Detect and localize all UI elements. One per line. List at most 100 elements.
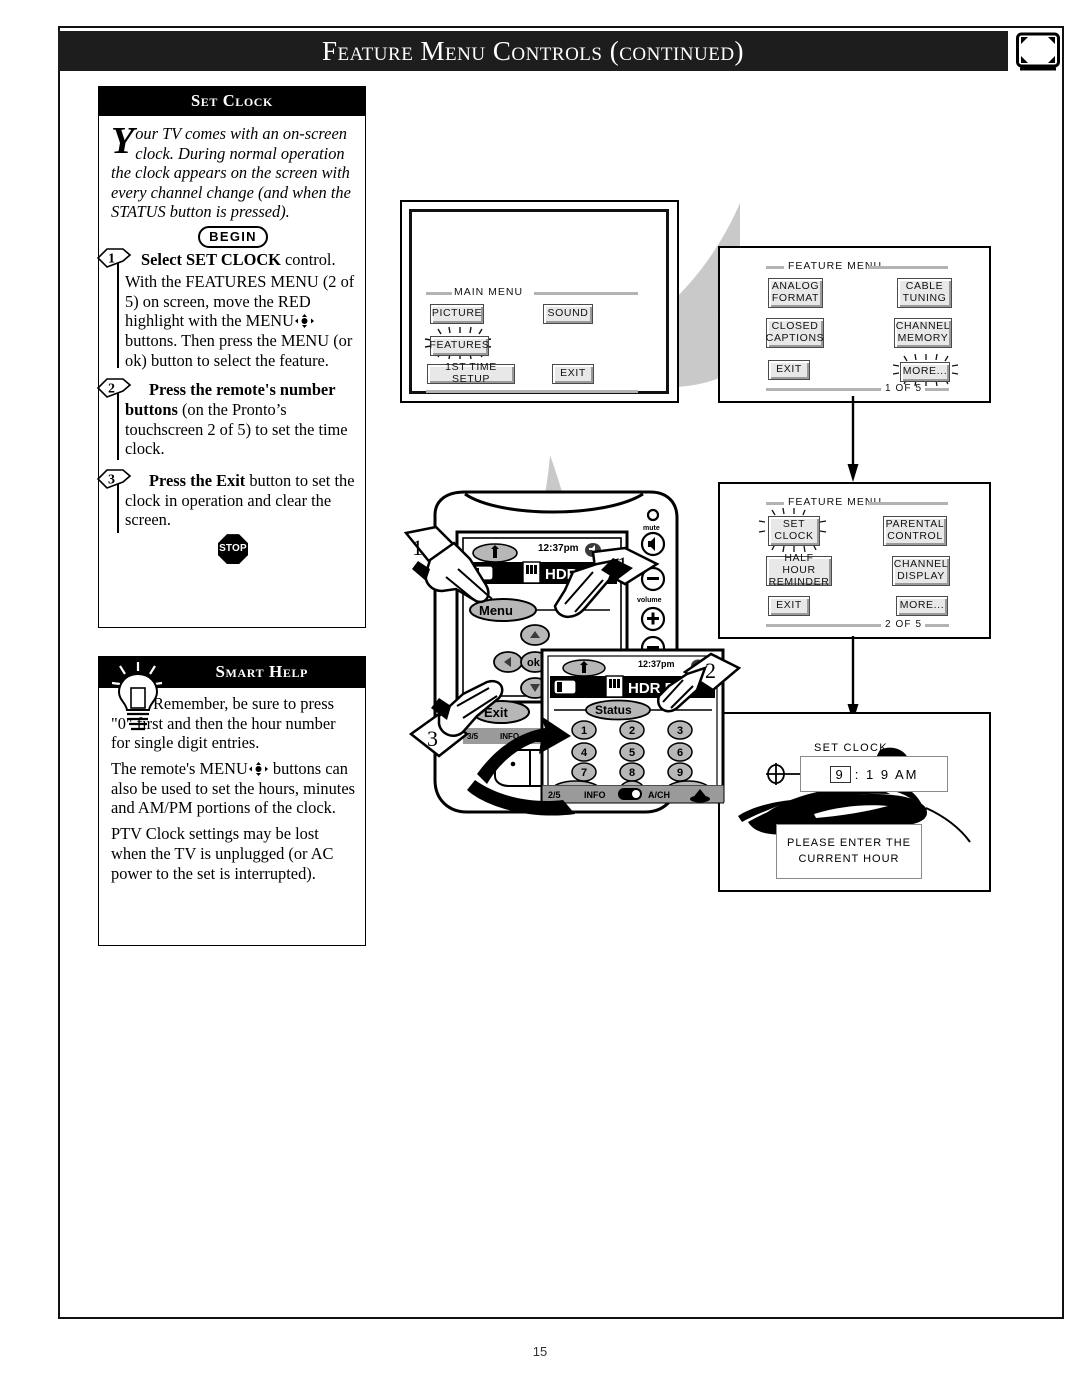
- half-hour-reminder-line2: REMINDER: [768, 575, 830, 588]
- osd-button-sound[interactable]: SOUND: [543, 304, 593, 324]
- fm2-rule-right: [868, 502, 948, 505]
- svg-text:mute: mute: [643, 525, 660, 532]
- osd-button-set-clock[interactable]: SET CLOCK: [768, 516, 820, 546]
- step-3-marker: 3: [97, 469, 131, 489]
- step-1-body: With the FEATURES MENU (2 of 5) on scree…: [111, 272, 355, 370]
- svg-text:8: 8: [629, 767, 635, 779]
- osd-button-half-hour-reminder[interactable]: HALF HOUR REMINDER: [766, 553, 832, 588]
- osd-button-parental-control[interactable]: PARENTAL CONTROL: [883, 516, 947, 546]
- stop-badge-row: STOP: [111, 534, 355, 565]
- clock-time-remainder: : 1 9 AM: [854, 766, 919, 782]
- osd-button-sound-label: SOUND: [547, 307, 589, 320]
- callout-hand-2: 2: [656, 652, 742, 713]
- step-1-lead: Select SET CLOCK: [141, 250, 281, 270]
- exit-fm2-label: EXIT: [776, 599, 802, 612]
- osd-button-features-label: FEATURES: [429, 339, 490, 352]
- flow-arrow-screen1-to-screen2: [467, 716, 575, 816]
- osd-button-exit-fm1[interactable]: EXIT: [768, 360, 810, 380]
- step-1-marker: 1: [97, 248, 131, 269]
- svg-text:9: 9: [677, 767, 683, 779]
- svg-text:1: 1: [412, 535, 423, 560]
- clock-msg-line1: PLEASE ENTER THE: [787, 836, 911, 849]
- osd-button-channel-display[interactable]: CHANNEL DISPLAY: [892, 556, 950, 586]
- svg-text:2: 2: [108, 382, 115, 397]
- step-3-lead: Press the Exit: [149, 471, 246, 491]
- closed-captions-line2: CAPTIONS: [765, 332, 825, 344]
- osd-button-features[interactable]: FEATURES: [429, 336, 490, 356]
- pronto-remote-illustration: 12:37pm HDR PT Menu ok Exit 3/5 INFO: [403, 480, 742, 830]
- set-clock-screen-label: SET CLOCK: [814, 742, 888, 754]
- tv-set-icon: [1016, 32, 1060, 72]
- smart-help-menu-before: The remote's MENU: [111, 759, 248, 779]
- connector-fm1-to-fm2: [847, 396, 859, 482]
- set-clock-time-dialog[interactable]: 9 : 1 9 AM: [800, 756, 948, 792]
- svg-text:5: 5: [629, 747, 635, 759]
- smart-help-paragraph-2: PTV Clock settings may be lost when the …: [111, 824, 334, 883]
- osd-button-picture[interactable]: PICTURE: [430, 304, 484, 324]
- page-header-banner: Feature Menu Controls (continued): [58, 31, 1008, 71]
- osd-button-more-fm1[interactable]: MORE...: [900, 362, 950, 382]
- callout-hand-1-left: 1: [403, 525, 493, 604]
- osd-button-closed-captions[interactable]: CLOSED CAPTIONS: [766, 318, 824, 348]
- osd-button-more-fm2[interactable]: MORE...: [896, 596, 948, 616]
- main-menu-osd-title: MAIN MENU: [454, 286, 524, 298]
- page-title: Feature Menu Controls (continued): [321, 35, 745, 66]
- page-number: 15: [532, 1344, 548, 1359]
- main-menu-rule-left: [426, 292, 452, 295]
- more-fm2-label: MORE...: [899, 599, 945, 612]
- step-3-body: Press the Exit button to set the clock i…: [111, 471, 355, 530]
- clock-msg-line2: CURRENT HOUR: [798, 852, 900, 865]
- analog-format-line2: FORMAT: [771, 292, 820, 304]
- feature-menu-2-screen: FEATURE MENU SET CLOCK PARENTAL CONTROL …: [718, 482, 991, 639]
- svg-text:1: 1: [108, 252, 115, 267]
- feature-menu-1-screen: FEATURE MENU ANALOG FORMAT CABLE TUNING …: [718, 246, 991, 403]
- set-clock-result-screen: SET CLOCK 9 : 1 9 AM PLEASE ENTER THE CU…: [718, 712, 991, 892]
- begin-badge: BEGIN: [198, 225, 268, 249]
- osd-button-channel-memory[interactable]: CHANNEL MEMORY: [894, 318, 952, 348]
- svg-text:6: 6: [677, 747, 683, 759]
- crosshair-icon: [766, 763, 804, 785]
- lightbulb-icon: [111, 660, 164, 734]
- osd-button-first-time-setup[interactable]: 1ST TIME SETUP: [427, 361, 515, 385]
- channel-display-line2: DISPLAY: [897, 570, 945, 582]
- svg-text:2: 2: [705, 658, 716, 683]
- svg-text:3: 3: [108, 473, 115, 488]
- fm2-bottom-rule-left: [766, 624, 881, 627]
- set-clock-panel-body: Your TV comes with an on-screen clock. D…: [97, 116, 366, 628]
- fm1-bottom-rule-right: [925, 388, 949, 391]
- osd-button-exit-label: EXIT: [560, 367, 586, 380]
- clock-hour-field[interactable]: 9: [829, 765, 851, 783]
- fm2-bottom-rule-right: [925, 624, 949, 627]
- step-2-marker: 2: [97, 378, 131, 399]
- smart-help-paragraph-menu: The remote's MENU buttons can also be us…: [111, 759, 355, 818]
- main-menu-bottom-rule: [426, 390, 638, 393]
- feature-menu-1-page-indicator: 1 OF 5: [885, 383, 923, 394]
- set-clock-panel-heading: Set Clock: [98, 86, 366, 116]
- step-1-body-after: buttons. Then press the MENU (or ok) but…: [125, 330, 353, 370]
- menu-nav-pad-icon-2: [248, 761, 268, 777]
- parental-control-line2: CONTROL: [887, 530, 943, 542]
- osd-button-exit-fm2[interactable]: EXIT: [768, 596, 810, 616]
- step-2-body: Press the remote's number buttons (on th…: [111, 380, 355, 459]
- osd-button-first-time-setup-label: 1ST TIME SETUP: [445, 361, 497, 385]
- intro-dropcap: Y: [111, 120, 135, 162]
- callout-hand-1-right: 1: [553, 546, 660, 618]
- begin-badge-row: BEGIN: [111, 225, 355, 249]
- cable-tuning-line2: TUNING: [902, 292, 947, 304]
- set-clock-prompt-message: PLEASE ENTER THE CURRENT HOUR: [776, 824, 922, 879]
- step-1-rest: control.: [280, 250, 336, 270]
- stop-badge: STOP: [218, 534, 248, 565]
- osd-button-analog-format[interactable]: ANALOG FORMAT: [768, 278, 823, 308]
- main-menu-tv-screen: MAIN MENU PICTURE SOUND FEATURES 1ST TIM…: [409, 209, 669, 394]
- osd-button-cable-tuning[interactable]: CABLE TUNING: [897, 278, 952, 308]
- svg-text:A/CH: A/CH: [648, 790, 670, 800]
- feature-menu-2-page-indicator: 2 OF 5: [885, 619, 923, 630]
- fm1-bottom-rule-left: [766, 388, 881, 391]
- intro-text: our TV comes with an on-screen clock. Du…: [111, 124, 351, 222]
- osd-button-exit[interactable]: EXIT: [552, 364, 594, 384]
- fm1-rule-right: [868, 266, 948, 269]
- step-1: 1 Select SET CLOCK control. With the FEA…: [97, 248, 355, 370]
- step-3: 3 Press the Exit button to set the clock…: [97, 469, 355, 534]
- more-fm1-label: MORE...: [902, 365, 948, 378]
- fm1-rule-left: [766, 266, 784, 269]
